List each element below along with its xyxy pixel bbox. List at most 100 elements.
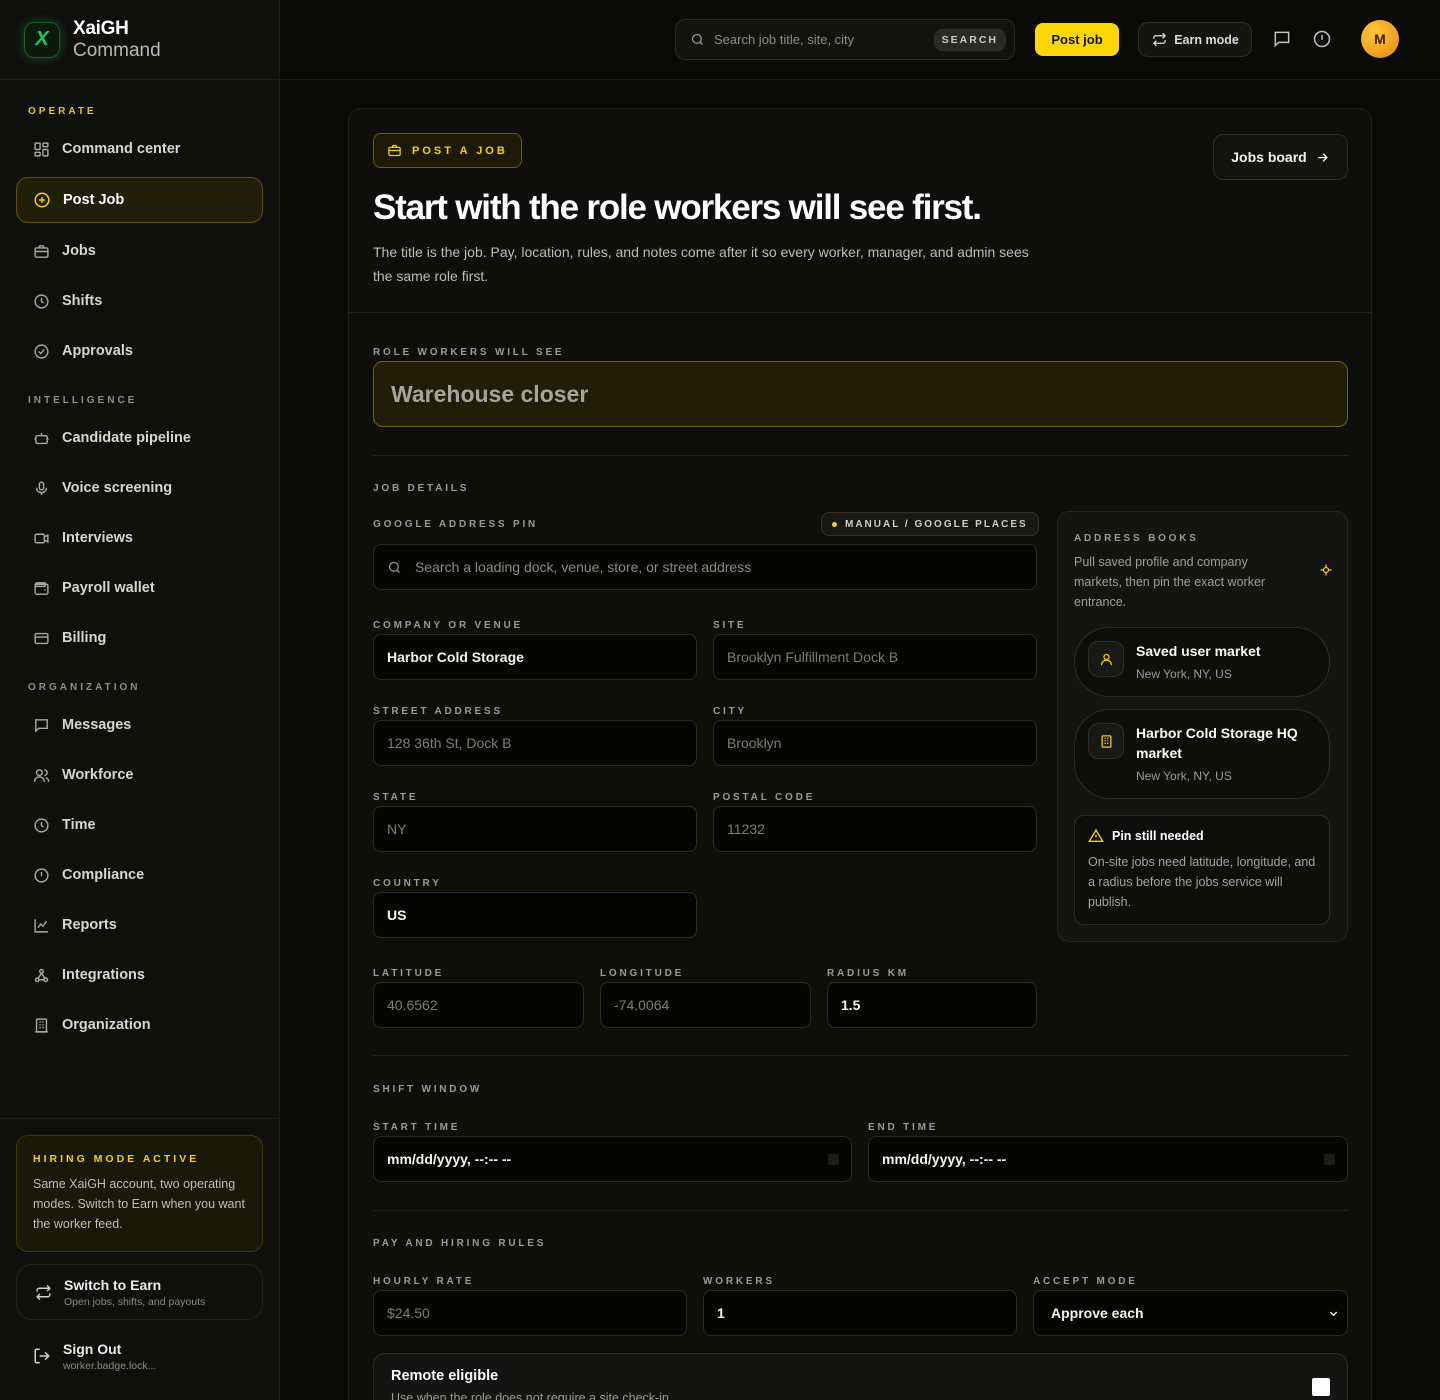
webhook-icon [32, 966, 50, 984]
sidebar-item-label: Messages [62, 717, 132, 733]
earn-mode-label: Earn mode [1174, 32, 1239, 47]
signout-title: Sign Out [63, 1340, 122, 1357]
start-time-input[interactable]: mm/dd/yyyy, --:-- -- [373, 1136, 852, 1182]
divider [373, 1055, 1348, 1056]
latitude-input[interactable]: 40.6562 [373, 982, 584, 1028]
company-input[interactable]: Harbor Cold Storage [373, 634, 697, 680]
logo: X [24, 21, 60, 58]
avatar[interactable]: M [1361, 20, 1399, 58]
sidebar-item-label: Post Job [63, 192, 125, 208]
sidebar-item-approvals[interactable]: Approvals [16, 328, 263, 374]
sidebar-item-label: Billing [62, 630, 107, 646]
sidebar-item-interviews[interactable]: Interviews [16, 515, 263, 561]
address-books-title: ADDRESS BOOKS [1074, 533, 1199, 544]
sidebar-item-label: Organization [62, 1017, 151, 1033]
sidebar-item-label: Reports [62, 917, 117, 933]
address-books-panel: ADDRESS BOOKS Pull saved profile and com… [1057, 511, 1348, 942]
state-input[interactable]: NY [373, 806, 697, 852]
sidebar-item-label: Workforce [62, 767, 134, 783]
search-input[interactable]: Search job title, site, city SEARCH [675, 19, 1015, 60]
plus-circle-icon [33, 191, 51, 209]
sidebar-item-voice-screening[interactable]: Voice screening [16, 465, 263, 511]
workers-label: WORKERS [703, 1276, 775, 1287]
pin-needed-text: On-site jobs need latitude, longitude, a… [1088, 855, 1316, 909]
search-button[interactable]: SEARCH [933, 28, 1006, 51]
jobs-board-button[interactable]: Jobs board [1213, 134, 1348, 180]
saved-user-market[interactable]: Saved user market New York, NY, US [1074, 627, 1330, 697]
company-market[interactable]: Harbor Cold Storage HQ market New York, … [1074, 709, 1330, 799]
address-books-text: Pull saved profile and company markets, … [1074, 555, 1266, 609]
sidebar-item-time[interactable]: Time [16, 802, 263, 848]
accept-mode-select[interactable]: Approve each [1033, 1290, 1348, 1336]
manual-google-places-toggle[interactable]: MANUAL / GOOGLE PLACES [821, 512, 1039, 536]
search-placeholder: Search job title, site, city [714, 32, 855, 47]
locate-icon[interactable] [1320, 564, 1332, 576]
messages-icon[interactable] [1272, 29, 1292, 49]
sidebar-item-billing[interactable]: Billing [16, 615, 263, 661]
calendar-icon[interactable] [828, 1154, 839, 1165]
brand-sub: Command [73, 39, 161, 61]
sidebar-item-post-job[interactable]: Post Job [16, 177, 263, 223]
sidebar-item-messages[interactable]: Messages [16, 702, 263, 748]
sign-out-button[interactable]: Sign Out worker.badge.lock... [16, 1332, 263, 1380]
sidebar-item-workforce[interactable]: Workforce [16, 752, 263, 798]
radius-input[interactable]: 1.5 [827, 982, 1037, 1028]
sidebar-item-compliance[interactable]: Compliance [16, 852, 263, 898]
topbar: Search job title, site, city SEARCH Post… [280, 0, 1440, 80]
divider [373, 455, 1348, 456]
longitude-input[interactable]: -74.0064 [600, 982, 811, 1028]
nav-section-intelligence: INTELLIGENCE [28, 395, 138, 406]
sidebar-item-candidate-pipeline[interactable]: Candidate pipeline [16, 415, 263, 461]
brand[interactable]: X XaiGH Command [0, 0, 279, 80]
street-label: STREET ADDRESS [373, 706, 503, 717]
sidebar-item-label: Shifts [62, 293, 103, 309]
end-time-label: END TIME [868, 1122, 939, 1133]
sidebar: X XaiGH Command OPERATE Command center P… [0, 0, 280, 1400]
address-search-input[interactable]: Search a loading dock, venue, store, or … [373, 544, 1037, 590]
company-label: COMPANY OR VENUE [373, 620, 523, 631]
postal-input[interactable]: 11232 [713, 806, 1037, 852]
street-input[interactable]: 128 36th St, Dock B [373, 720, 697, 766]
jobs-board-label: Jobs board [1231, 149, 1307, 165]
start-time-label: START TIME [373, 1122, 461, 1133]
sidebar-item-reports[interactable]: Reports [16, 902, 263, 948]
sidebar-item-jobs[interactable]: Jobs [16, 228, 263, 274]
switch-to-earn-button[interactable]: Switch to Earn Open jobs, shifts, and pa… [16, 1264, 263, 1320]
chart-icon [32, 916, 50, 934]
warning-icon [1088, 828, 1104, 844]
repeat-icon [34, 1283, 52, 1301]
building-icon [32, 1016, 50, 1034]
sidebar-item-label: Voice screening [62, 480, 173, 496]
workers-input[interactable]: 1 [703, 1290, 1017, 1336]
end-time-input[interactable]: mm/dd/yyyy, --:-- -- [868, 1136, 1348, 1182]
address-pin-label: GOOGLE ADDRESS PIN [373, 519, 539, 530]
sidebar-item-integrations[interactable]: Integrations [16, 952, 263, 998]
sidebar-item-command-center[interactable]: Command center [16, 126, 263, 172]
remote-eligible-option[interactable]: Remote eligible Use when the role does n… [373, 1353, 1348, 1400]
country-input[interactable]: US [373, 892, 697, 938]
remote-sub: Use when the role does not require a sit… [391, 1391, 673, 1400]
hourly-rate-input[interactable]: $24.50 [373, 1290, 687, 1336]
clock-icon [32, 292, 50, 310]
city-label: CITY [713, 706, 747, 717]
calendar-icon[interactable] [1324, 1154, 1335, 1165]
remote-eligible-checkbox[interactable] [1312, 1378, 1330, 1396]
message-icon [32, 716, 50, 734]
pin-needed-warning: Pin still needed On-site jobs need latit… [1074, 815, 1330, 925]
grid-icon [32, 140, 50, 158]
post-job-button[interactable]: Post job [1035, 23, 1119, 56]
role-title-input[interactable]: Warehouse closer [373, 361, 1348, 427]
sidebar-item-payroll-wallet[interactable]: Payroll wallet [16, 565, 263, 611]
video-icon [32, 529, 50, 547]
site-input[interactable]: Brooklyn Fulfillment Dock B [713, 634, 1037, 680]
sidebar-item-label: Payroll wallet [62, 580, 155, 596]
longitude-label: LONGITUDE [600, 968, 685, 979]
radius-label: RADIUS KM [827, 968, 909, 979]
switch-title: Switch to Earn [64, 1276, 162, 1293]
alert-icon[interactable] [1312, 29, 1332, 49]
sidebar-item-organization[interactable]: Organization [16, 1002, 263, 1048]
sidebar-item-shifts[interactable]: Shifts [16, 278, 263, 324]
city-input[interactable]: Brooklyn [713, 720, 1037, 766]
earn-mode-button[interactable]: Earn mode [1138, 22, 1252, 57]
user-icon [1088, 641, 1124, 677]
